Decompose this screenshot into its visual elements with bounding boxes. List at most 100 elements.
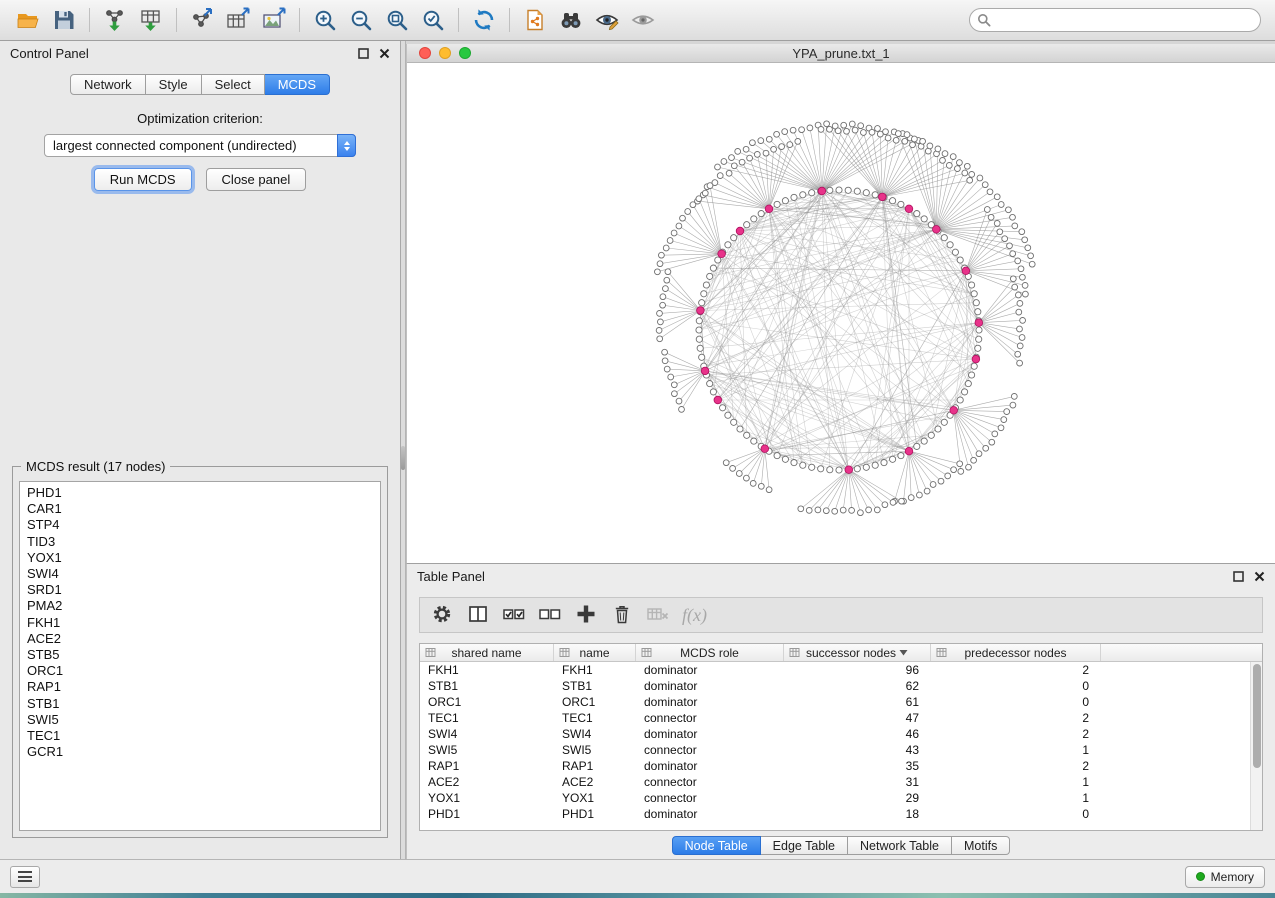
- search-input[interactable]: [969, 8, 1261, 32]
- column-header-successor-nodes[interactable]: successor nodes: [784, 644, 931, 661]
- table-row[interactable]: FKH1FKH1dominator962: [420, 662, 1250, 678]
- create-column-button[interactable]: [570, 600, 602, 630]
- mcds-result-title: MCDS result (17 nodes): [21, 459, 170, 474]
- table-row[interactable]: PHD1PHD1dominator180: [420, 806, 1250, 822]
- mcds-result-item[interactable]: PMA2: [27, 598, 373, 614]
- network-titlebar: YPA_prune.txt_1: [407, 44, 1275, 63]
- open-session-button[interactable]: [10, 3, 46, 37]
- table-tab-motifs[interactable]: Motifs: [952, 836, 1010, 855]
- table-cell: 0: [931, 807, 1101, 821]
- function-builder-button[interactable]: f(x): [678, 605, 711, 626]
- column-type-icon: [641, 647, 652, 661]
- hide-graphics-details-button[interactable]: [625, 3, 661, 37]
- mcds-result-item[interactable]: TEC1: [27, 728, 373, 744]
- table-cell: YOX1: [554, 791, 636, 805]
- import-table-icon: [138, 7, 164, 33]
- mcds-result-item[interactable]: STB5: [27, 647, 373, 663]
- mcds-result-item[interactable]: STB1: [27, 696, 373, 712]
- show-column-button[interactable]: [462, 600, 494, 630]
- column-header-MCDS-role[interactable]: MCDS role: [636, 644, 784, 661]
- delete-table-button[interactable]: [642, 600, 674, 630]
- close-window-button[interactable]: [419, 47, 431, 59]
- mcds-result-item[interactable]: PHD1: [27, 485, 373, 501]
- export-network-button[interactable]: [184, 3, 220, 37]
- close-panel-button[interactable]: Close panel: [206, 168, 307, 191]
- table-body: FKH1FKH1dominator962STB1STB1dominator620…: [420, 662, 1250, 830]
- table-scrollbar[interactable]: [1250, 662, 1262, 830]
- save-session-button[interactable]: [46, 3, 82, 37]
- maximize-window-button[interactable]: [459, 47, 471, 59]
- import-network-button[interactable]: [97, 3, 133, 37]
- memory-button[interactable]: Memory: [1185, 866, 1265, 888]
- table-row[interactable]: RAP1RAP1dominator352: [420, 758, 1250, 774]
- network-canvas[interactable]: [407, 63, 1275, 563]
- find-button[interactable]: [553, 3, 589, 37]
- control-tab-network[interactable]: Network: [70, 74, 146, 95]
- table-row[interactable]: STB1STB1dominator620: [420, 678, 1250, 694]
- binoculars-icon: [558, 7, 584, 33]
- splitter-handle[interactable]: [401, 446, 405, 470]
- zoom-fit-button[interactable]: [379, 3, 415, 37]
- delete-column-button[interactable]: [606, 600, 638, 630]
- mcds-result-item[interactable]: GCR1: [27, 744, 373, 760]
- zoom-selected-button[interactable]: [415, 3, 451, 37]
- table-cell: dominator: [636, 807, 784, 821]
- control-tab-select[interactable]: Select: [202, 74, 265, 95]
- table-tab-node-table[interactable]: Node Table: [672, 836, 761, 855]
- save-floppy-icon: [52, 8, 76, 32]
- mcds-result-item[interactable]: ORC1: [27, 663, 373, 679]
- table-cell: RAP1: [554, 759, 636, 773]
- mcds-result-list[interactable]: PHD1CAR1STP4TID3YOX1SWI4SRD1PMA2FKH1ACE2…: [19, 481, 381, 831]
- new-network-from-selection-button[interactable]: [517, 3, 553, 37]
- zoom-in-button[interactable]: [307, 3, 343, 37]
- status-menu-button[interactable]: [10, 866, 40, 888]
- mcds-result-item[interactable]: TID3: [27, 534, 373, 550]
- table-cell: STB1: [554, 679, 636, 693]
- control-tab-mcds[interactable]: MCDS: [265, 74, 330, 95]
- gear-icon: [431, 603, 453, 628]
- close-panel-icon-button[interactable]: [378, 47, 390, 59]
- control-tab-style[interactable]: Style: [146, 74, 202, 95]
- float-panel-button[interactable]: [357, 47, 369, 59]
- show-graphics-details-button[interactable]: [589, 3, 625, 37]
- table-cell: 62: [784, 679, 931, 693]
- mcds-result-item[interactable]: ACE2: [27, 631, 373, 647]
- table-row[interactable]: SWI5SWI5connector431: [420, 742, 1250, 758]
- export-image-button[interactable]: [256, 3, 292, 37]
- table-tab-edge-table[interactable]: Edge Table: [761, 836, 848, 855]
- scrollbar-thumb[interactable]: [1253, 664, 1261, 768]
- minimize-window-button[interactable]: [439, 47, 451, 59]
- table-row[interactable]: TEC1TEC1connector472: [420, 710, 1250, 726]
- run-mcds-button[interactable]: Run MCDS: [94, 168, 192, 191]
- export-table-button[interactable]: [220, 3, 256, 37]
- table-row[interactable]: YOX1YOX1connector291: [420, 790, 1250, 806]
- zoom-out-button[interactable]: [343, 3, 379, 37]
- deselect-all-columns-button[interactable]: [534, 600, 566, 630]
- column-header-name[interactable]: name: [554, 644, 636, 661]
- select-all-columns-button[interactable]: [498, 600, 530, 630]
- float-table-panel-button[interactable]: [1232, 570, 1244, 582]
- table-mode-button[interactable]: [426, 600, 458, 630]
- mcds-result-item[interactable]: FKH1: [27, 615, 373, 631]
- mcds-result-item[interactable]: YOX1: [27, 550, 373, 566]
- mcds-result-item[interactable]: CAR1: [27, 501, 373, 517]
- criterion-select[interactable]: largest connected component (undirected): [44, 134, 356, 157]
- close-table-panel-button[interactable]: [1253, 570, 1265, 582]
- mcds-result-item[interactable]: SWI4: [27, 566, 373, 582]
- table-row[interactable]: SWI4SWI4dominator462: [420, 726, 1250, 742]
- mcds-result-item[interactable]: STP4: [27, 517, 373, 533]
- table-row[interactable]: ACE2ACE2connector311: [420, 774, 1250, 790]
- mcds-result-item[interactable]: RAP1: [27, 679, 373, 695]
- grid-delete-icon: [646, 603, 670, 628]
- table-tab-network-table[interactable]: Network Table: [848, 836, 952, 855]
- column-header-predecessor-nodes[interactable]: predecessor nodes: [931, 644, 1101, 661]
- zoom-out-icon: [349, 8, 374, 33]
- import-table-button[interactable]: [133, 3, 169, 37]
- apply-layout-button[interactable]: [466, 3, 502, 37]
- mcds-result-item[interactable]: SRD1: [27, 582, 373, 598]
- mcds-result-item[interactable]: SWI5: [27, 712, 373, 728]
- table-row[interactable]: ORC1ORC1dominator610: [420, 694, 1250, 710]
- column-header-shared-name[interactable]: shared name: [420, 644, 554, 661]
- vertical-splitter[interactable]: [401, 41, 406, 859]
- table-cell: PHD1: [420, 807, 554, 821]
